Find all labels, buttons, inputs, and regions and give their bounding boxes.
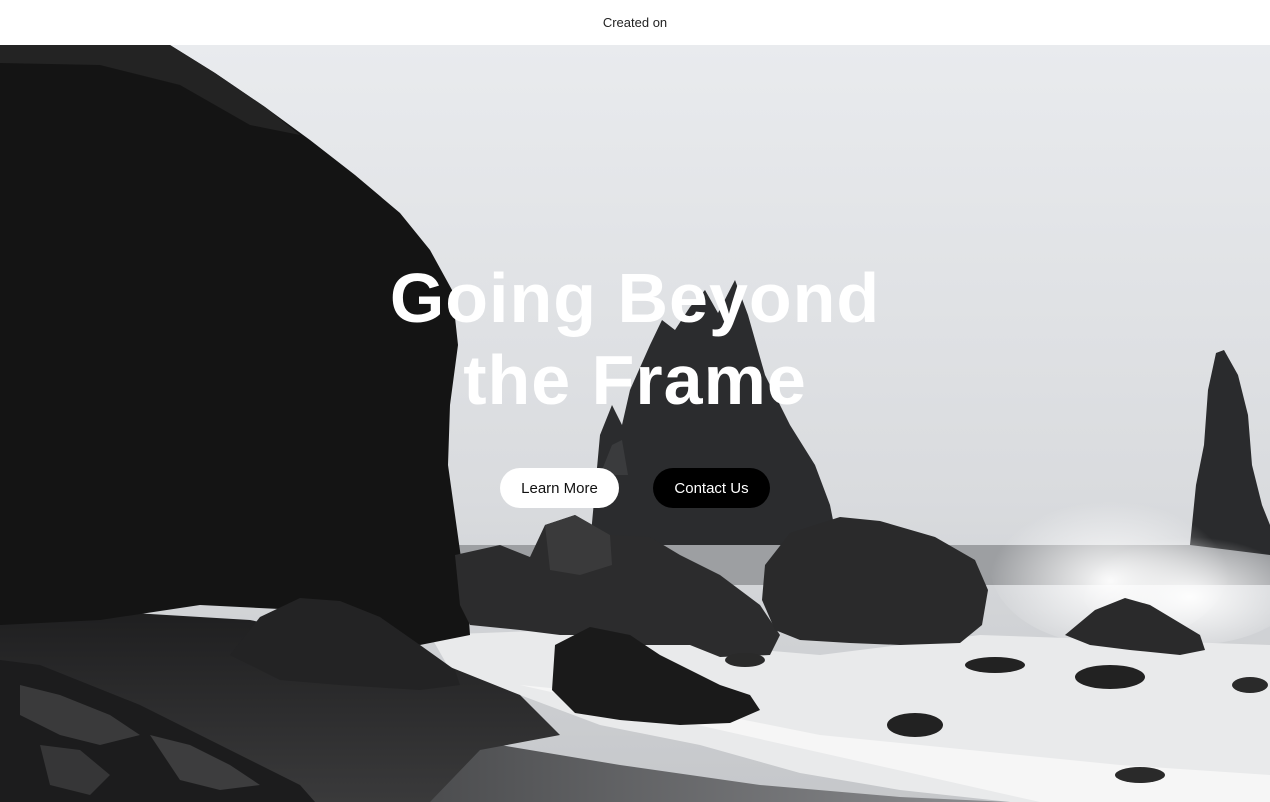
hero-headline-line-2: the Frame <box>463 341 807 419</box>
hero-headline: Going Beyond the Frame <box>0 257 1270 421</box>
created-on-label: Created on <box>602 15 668 30</box>
hero-headline-line-1: Going Beyond <box>389 259 881 337</box>
top-bar: Created on <box>0 0 1270 45</box>
learn-more-button[interactable]: Learn More <box>500 468 619 508</box>
hero-section: Going Beyond the Frame Learn More Contac… <box>0 45 1270 802</box>
hero-background-image <box>0 45 1270 802</box>
contact-us-button[interactable]: Contact Us <box>653 468 770 508</box>
